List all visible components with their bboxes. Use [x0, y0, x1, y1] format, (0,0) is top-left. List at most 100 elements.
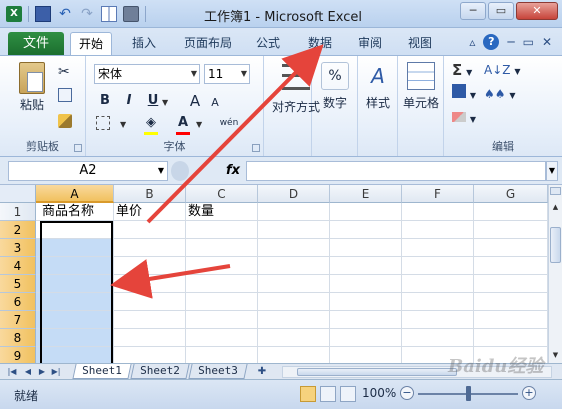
- chevron-down-icon[interactable]: ▼: [196, 120, 202, 129]
- formula-input[interactable]: [246, 161, 546, 181]
- grid-cell[interactable]: [330, 293, 402, 311]
- grid-cell[interactable]: [474, 275, 548, 293]
- grid-cell[interactable]: [114, 311, 186, 329]
- scroll-up-icon[interactable]: ▲: [550, 201, 561, 213]
- restore-button[interactable]: ▭: [488, 2, 514, 20]
- zoom-out-button[interactable]: −: [400, 386, 414, 400]
- tab-insert[interactable]: 插入: [122, 32, 166, 55]
- zoom-level[interactable]: 100%: [362, 386, 396, 400]
- grid-cell[interactable]: [474, 311, 548, 329]
- next-sheet-icon[interactable]: ▶: [36, 366, 48, 378]
- name-box[interactable]: A2 ▼: [8, 161, 168, 181]
- column-header-g[interactable]: G: [474, 185, 548, 203]
- grid-cell[interactable]: [474, 257, 548, 275]
- sheet-tab-sheet3[interactable]: Sheet3: [188, 364, 248, 379]
- column-header-c[interactable]: C: [186, 185, 258, 203]
- redo-icon[interactable]: ↷: [79, 6, 95, 22]
- grid-cell[interactable]: [474, 239, 548, 257]
- zoom-slider-thumb[interactable]: [466, 386, 471, 401]
- tab-file[interactable]: 文件: [8, 32, 64, 55]
- horizontal-scroll-thumb[interactable]: [297, 368, 457, 376]
- font-launcher-icon[interactable]: [252, 144, 260, 152]
- row-header-8[interactable]: 8: [0, 329, 36, 347]
- first-sheet-icon[interactable]: |◀: [6, 366, 18, 378]
- doc-minimize-icon[interactable]: ─: [507, 35, 514, 49]
- grid-cell[interactable]: [258, 221, 330, 239]
- copy-button[interactable]: [58, 88, 72, 108]
- doc-restore-icon[interactable]: ▭: [523, 35, 534, 49]
- grid-cell[interactable]: [114, 239, 186, 257]
- grid-cell[interactable]: [402, 293, 474, 311]
- font-size-select[interactable]: 11 ▼: [204, 64, 250, 84]
- grid-cell[interactable]: [330, 275, 402, 293]
- number-button[interactable]: % 数字: [316, 62, 354, 111]
- grid-cell[interactable]: [186, 329, 258, 347]
- grid-cell[interactable]: [186, 239, 258, 257]
- cell-d1[interactable]: [258, 203, 330, 221]
- tab-data[interactable]: 数据: [300, 32, 340, 55]
- worksheet-grid[interactable]: A B C D E F G 1 2 3 4 5 6 7 8 9 商品名称 单价 …: [0, 185, 562, 363]
- help-icon[interactable]: ?: [483, 34, 500, 50]
- save-icon[interactable]: [35, 6, 51, 22]
- cut-button[interactable]: ✂: [58, 62, 70, 82]
- underline-button[interactable]: U: [144, 92, 162, 110]
- italic-button[interactable]: I: [120, 92, 138, 110]
- row-header-3[interactable]: 3: [0, 239, 36, 257]
- format-painter-button[interactable]: [58, 114, 72, 134]
- fill-color-button[interactable]: ◈: [142, 114, 160, 132]
- cell-a1[interactable]: 商品名称: [36, 203, 114, 221]
- borders-button[interactable]: [96, 116, 110, 130]
- grid-cell[interactable]: [114, 293, 186, 311]
- grid-cell[interactable]: [258, 257, 330, 275]
- last-sheet-icon[interactable]: ▶|: [50, 366, 62, 378]
- clipboard-launcher-icon[interactable]: [74, 144, 82, 152]
- insert-function-button[interactable]: fx: [222, 161, 244, 181]
- grid-cell[interactable]: [258, 239, 330, 257]
- insert-sheet-icon[interactable]: ✚: [254, 365, 270, 378]
- grid-cell[interactable]: [330, 329, 402, 347]
- vertical-scrollbar[interactable]: ▲ ▼: [548, 185, 562, 363]
- grid-cell[interactable]: [186, 347, 258, 363]
- cell-g1[interactable]: [474, 203, 548, 221]
- row-header-6[interactable]: 6: [0, 293, 36, 311]
- tab-review[interactable]: 审阅: [350, 32, 390, 55]
- grid-cell[interactable]: [114, 347, 186, 363]
- print-preview-icon[interactable]: [123, 6, 139, 22]
- grid-cell[interactable]: [258, 275, 330, 293]
- grid-cell[interactable]: [186, 257, 258, 275]
- minimize-button[interactable]: ─: [460, 2, 486, 20]
- grid-cell[interactable]: [258, 311, 330, 329]
- column-header-d[interactable]: D: [258, 185, 330, 203]
- tab-view[interactable]: 视图: [400, 32, 440, 55]
- grid-cell[interactable]: [330, 257, 402, 275]
- column-header-a[interactable]: A: [36, 185, 114, 203]
- grid-cell[interactable]: [330, 221, 402, 239]
- grid-cell[interactable]: [186, 275, 258, 293]
- grid-cell[interactable]: [114, 221, 186, 239]
- close-button[interactable]: ✕: [516, 2, 558, 20]
- excel-logo-icon[interactable]: X: [6, 6, 22, 22]
- grid-cell[interactable]: [402, 311, 474, 329]
- grid-cell[interactable]: [330, 239, 402, 257]
- row-header-5[interactable]: 5: [0, 275, 36, 293]
- cells-button[interactable]: 单元格: [400, 62, 442, 111]
- column-header-e[interactable]: E: [330, 185, 402, 203]
- grid-cell[interactable]: [258, 293, 330, 311]
- grid-cell[interactable]: [402, 221, 474, 239]
- chevron-down-icon[interactable]: ▼: [162, 98, 168, 107]
- grid-cell[interactable]: [114, 275, 186, 293]
- row-header-4[interactable]: 4: [0, 257, 36, 275]
- vertical-scroll-thumb[interactable]: [550, 227, 561, 263]
- font-color-button[interactable]: A: [174, 114, 192, 132]
- cell-b1[interactable]: 单价: [114, 203, 186, 221]
- grid-cell[interactable]: [186, 293, 258, 311]
- autosum-button[interactable]: Σ ▼: [452, 60, 472, 80]
- page-layout-view-button[interactable]: [320, 386, 336, 402]
- shrink-font-button[interactable]: A: [206, 94, 224, 112]
- tab-page-layout[interactable]: 页面布局: [178, 32, 238, 55]
- grid-cell[interactable]: [258, 329, 330, 347]
- grid-cell[interactable]: [402, 239, 474, 257]
- grid-cell[interactable]: [402, 329, 474, 347]
- grid-cell[interactable]: [474, 221, 548, 239]
- chevron-down-icon[interactable]: ▼: [158, 162, 164, 180]
